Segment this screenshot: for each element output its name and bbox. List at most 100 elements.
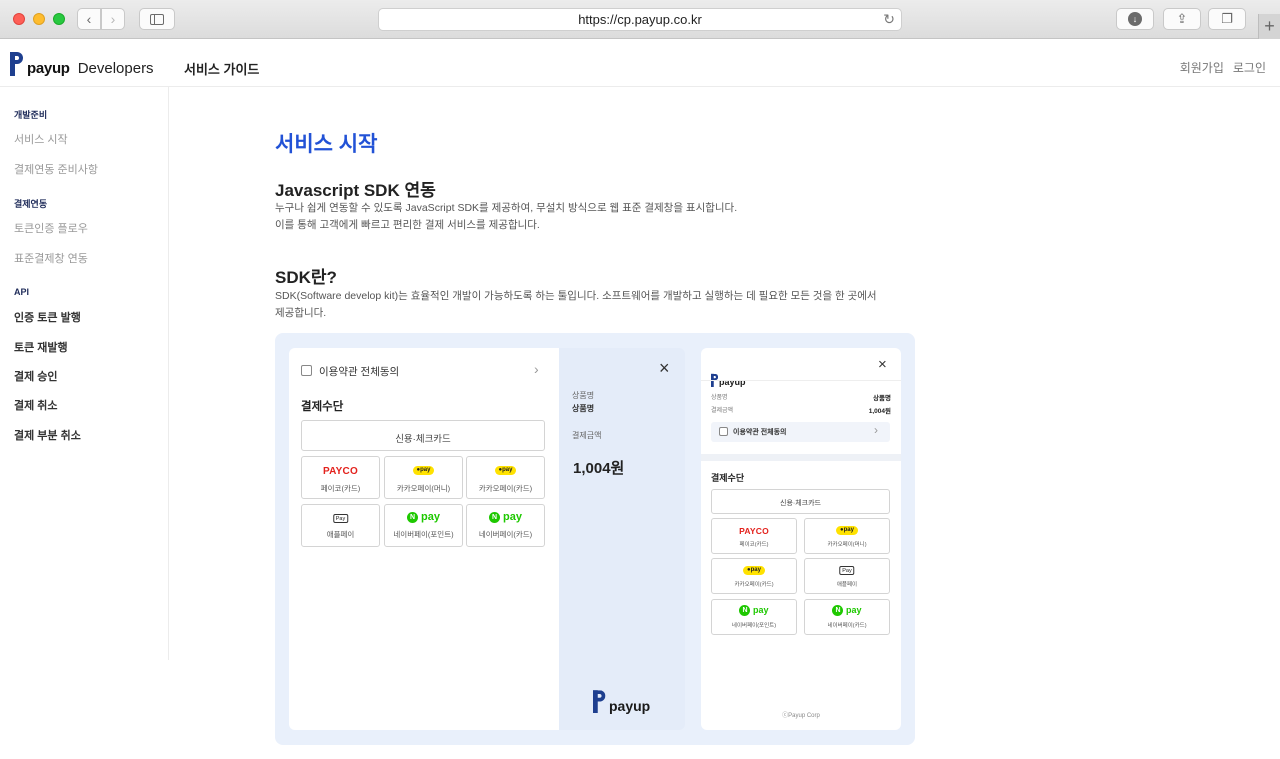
address-bar[interactable]: https://cp.payup.co.kr ↻ <box>378 8 902 31</box>
back-button[interactable]: ‹ <box>77 8 101 30</box>
kakao-money-button: ●pay 카카오페이(머니) <box>804 518 890 554</box>
close-icon: × <box>659 358 670 378</box>
payup-logo: payup <box>711 361 746 387</box>
naverpay-logo: N pay <box>712 605 796 616</box>
section-heading-what-is-sdk: SDK란? <box>275 268 337 287</box>
sidebar-item-partial-cancel[interactable]: 결제 부분 취소 <box>14 427 81 443</box>
naver-card-label: 네이버페이(카드) <box>478 530 533 539</box>
naver-point-label: 네이버페이(포인트) <box>731 623 777 629</box>
payup-logo: payup <box>593 687 650 713</box>
sidebar-item-payment-cancel[interactable]: 결제 취소 <box>14 397 58 413</box>
payco-label: 페이코(카드) <box>739 542 769 548</box>
text-line: SDK(Software develop kit)는 효율적인 개발이 가능하도… <box>275 290 877 302</box>
login-link[interactable]: 로그인 <box>1233 59 1266 76</box>
sidebar-item-token-flow[interactable]: 토큰인증 플로우 <box>14 220 88 236</box>
minimize-window-button[interactable] <box>33 13 45 25</box>
sidebar-icon <box>150 13 164 25</box>
kakao-card-label: 카카오페이(카드) <box>478 484 533 493</box>
text-line: 누구나 쉽게 연동할 수 있도록 JavaScript SDK를 제공하여, 무… <box>275 202 738 214</box>
signup-link[interactable]: 회원가입 <box>1180 59 1224 76</box>
naver-card-button: N pay 네이버페이(카드) <box>466 504 545 547</box>
amount-label: 결제금액 <box>572 431 602 440</box>
downloads-button[interactable]: ↓ <box>1116 8 1154 30</box>
kakaopay-logo: ●pay <box>836 526 858 535</box>
sidebar-section-title: 결제연동 <box>14 199 48 209</box>
sidebar-toggle-button[interactable] <box>139 8 175 30</box>
apple-pay-label: 애플페이 <box>836 582 858 588</box>
agree-all-label: 이용약관 전체동의 <box>319 366 400 378</box>
payment-method-title: 결제수단 <box>711 473 745 483</box>
nav-service-guide[interactable]: 서비스 가이드 <box>184 59 259 78</box>
sidebar-item-payment-prep[interactable]: 결제연동 준비사항 <box>14 161 98 177</box>
payment-window-illustration: 이용약관 전체동의 › 결제수단 신용·체크카드 PAYCO 페이코(카드) ●… <box>275 333 915 745</box>
payco-button: PAYCO 페이코(카드) <box>301 456 380 499</box>
payco-logo: PAYCO <box>323 466 358 477</box>
agree-checkbox <box>719 427 728 436</box>
browser-toolbar: ‹ › https://cp.payup.co.kr ↻ ↓ ⇪ ❐ + <box>0 0 1280 39</box>
share-button[interactable]: ⇪ <box>1163 8 1201 30</box>
chevron-right-icon: › <box>534 361 539 377</box>
kakao-money-label: 카카오페이(머니) <box>827 542 867 548</box>
naverpay-logo: N pay <box>467 511 544 523</box>
new-tab-button[interactable]: + <box>1258 14 1280 39</box>
site-header: payup Developers 서비스 가이드 회원가입 로그인 <box>0 40 1280 87</box>
tabs-icon: ❐ <box>1221 11 1233 26</box>
zoom-window-button[interactable] <box>53 13 65 25</box>
naverpay-logo: N pay <box>385 511 462 523</box>
sidebar-section-title: API <box>14 287 30 297</box>
card-pay-button: 신용·체크카드 <box>301 420 545 451</box>
sidebar-section-title: 개발준비 <box>14 110 48 120</box>
payup-logo-text: payup <box>609 698 651 714</box>
product-value: 상품명 <box>873 395 891 402</box>
amount-value: 1,004원 <box>573 460 625 477</box>
apple-pay-label: 애플페이 <box>326 530 355 539</box>
kakaopay-logo: ●pay <box>412 466 435 475</box>
section-heading-sdk: Javascript SDK 연동 <box>275 181 436 200</box>
reload-icon[interactable]: ↻ <box>883 9 895 30</box>
text-line: 제공합니다. <box>275 307 327 319</box>
sidebar-item-reissue-token[interactable]: 토큰 재발행 <box>14 339 68 355</box>
product-label: 상품명 <box>711 395 728 401</box>
sidebar-item-service-start[interactable]: 서비스 시작 <box>14 131 68 147</box>
chevron-right-icon: › <box>874 423 878 437</box>
url-text: https://cp.payup.co.kr <box>578 12 702 27</box>
close-window-button[interactable] <box>13 13 25 25</box>
naverpay-logo: N pay <box>805 605 889 616</box>
site-logo[interactable]: payup Developers <box>10 48 154 76</box>
kakaopay-logo: ●pay <box>494 466 517 475</box>
naver-point-button: N pay 네이버페이(포인트) <box>384 504 463 547</box>
section-text: 누구나 쉽게 연동할 수 있도록 JavaScript SDK를 제공하여, 무… <box>275 200 737 234</box>
kakao-money-button: ●pay 카카오페이(머니) <box>384 456 463 499</box>
kakao-card-button: ●pay 카카오페이(카드) <box>466 456 545 499</box>
page-title: 서비스 시작 <box>275 133 378 156</box>
sidebar-item-issue-token[interactable]: 인증 토큰 발행 <box>14 309 81 325</box>
apple-pay-button: Pay 애플페이 <box>804 558 890 594</box>
brand-suffix: Developers <box>77 60 154 77</box>
section-text: SDK(Software develop kit)는 효율적인 개발이 가능하도… <box>275 288 877 322</box>
product-value: 상품명 <box>572 404 595 413</box>
download-icon: ↓ <box>1128 12 1142 26</box>
mobile-payment-card: payup × 상품명 상품명 결제금액 1,004원 이용약관 전체동의 › … <box>701 348 901 730</box>
apple-pay-logo: Pay <box>839 566 855 575</box>
tab-overview-button[interactable]: ❐ <box>1208 8 1246 30</box>
kakao-card-label: 카카오페이(카드) <box>734 582 774 588</box>
apple-pay-button: Pay 애플페이 <box>301 504 380 547</box>
desktop-payment-card: 이용약관 전체동의 › 결제수단 신용·체크카드 PAYCO 페이코(카드) ●… <box>289 348 559 730</box>
agree-all-label: 이용약관 전체동의 <box>733 429 787 436</box>
sidebar-item-payment-approve[interactable]: 결제 승인 <box>14 368 58 384</box>
docs-sidebar: 개발준비 서비스 시작 결제연동 준비사항 결제연동 토큰인증 플로우 표준결제… <box>0 87 169 660</box>
amount-label: 결제금액 <box>711 408 734 414</box>
payup-logo-icon <box>10 50 24 76</box>
naver-point-button: N pay 네이버페이(포인트) <box>711 599 797 635</box>
payco-logo: PAYCO <box>739 526 769 536</box>
amount-value: 1,004원 <box>868 408 891 415</box>
text-line: 이를 통해 고객에게 빠르고 편리한 결제 서비스를 제공합니다. <box>275 219 540 231</box>
order-summary-panel: × 상품명 상품명 결제금액 1,004원 payup <box>559 348 685 730</box>
forward-button[interactable]: › <box>101 8 125 30</box>
card-pay-label: 신용·체크카드 <box>780 500 821 507</box>
brand-name: payup <box>27 60 70 77</box>
payment-method-title: 결제수단 <box>301 401 344 413</box>
payco-button: PAYCO 페이코(카드) <box>711 518 797 554</box>
sidebar-item-standard-window[interactable]: 표준결제창 연동 <box>14 250 88 266</box>
chevron-left-icon: ‹ <box>86 11 92 27</box>
